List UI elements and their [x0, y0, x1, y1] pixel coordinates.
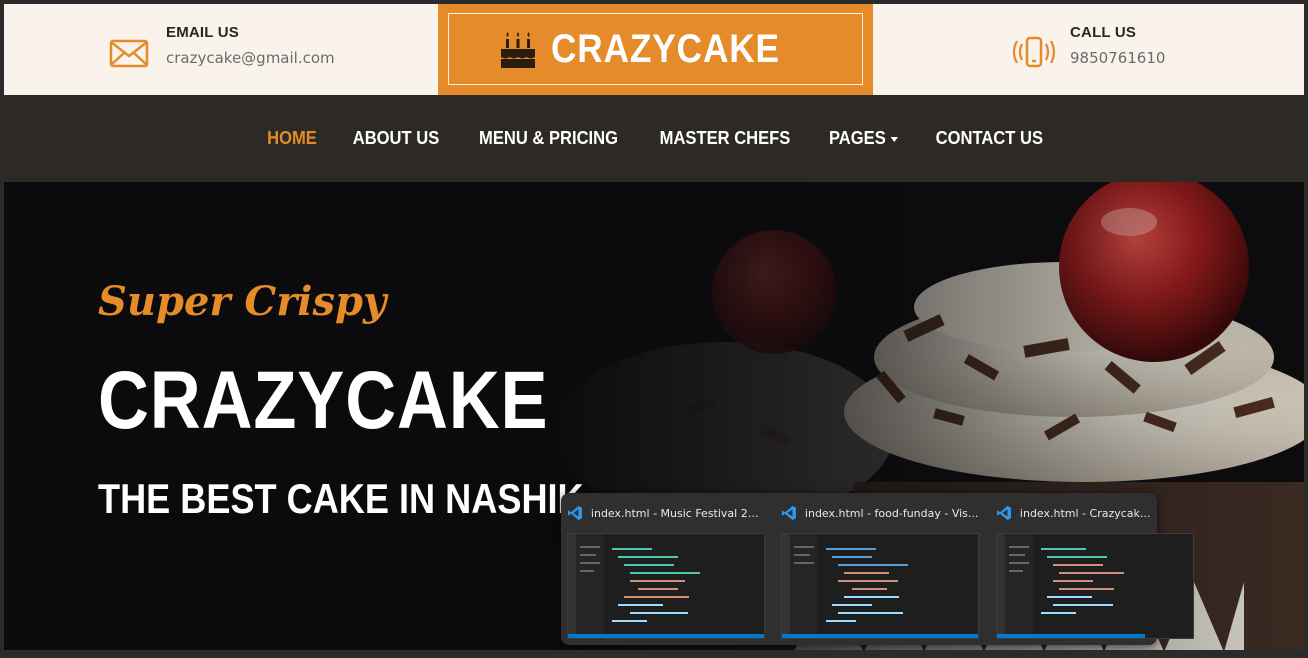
nav-about-us[interactable]: ABOUT US — [353, 128, 439, 149]
window-preview-crazycake[interactable]: index.html - Crazycak... — [990, 499, 1194, 639]
call-label: CALL US — [1070, 24, 1137, 41]
main-navigation: HOME ABOUT US MENU & PRICING MASTER CHEF… — [4, 95, 1304, 182]
nav-contact-us[interactable]: CONTACT US — [935, 128, 1042, 149]
window-preview-music-festival[interactable]: index.html - Music Festival 202... — [561, 499, 765, 639]
window-preview-food-funday[interactable]: index.html - food-funday - Vis... — [775, 499, 979, 639]
phone-vibrate-icon — [1012, 36, 1056, 68]
taskbar-window-previews: index.html - Music Festival 202... index… — [561, 493, 1194, 645]
window-preview-title: index.html - food-funday - Vis... — [775, 499, 979, 527]
nav-menu-pricing[interactable]: MENU & PRICING — [479, 128, 618, 149]
envelope-icon — [109, 39, 149, 68]
window-preview-label: index.html - Music Festival 202... — [590, 506, 765, 520]
email-value[interactable]: crazycake@gmail.com — [166, 49, 335, 67]
window-preview-title: index.html - Music Festival 202... — [561, 499, 765, 527]
brand-frame: CRAZYCAKE — [448, 13, 863, 85]
birthday-cake-icon — [501, 32, 536, 68]
email-label: EMAIL US — [166, 24, 239, 41]
vscode-icon — [996, 506, 1011, 520]
window-preview-label: index.html - food-funday - Vis... — [804, 506, 979, 520]
call-value[interactable]: 9850761610 — [1070, 49, 1165, 67]
browser-viewport: EMAIL US crazycake@gmail.com CRAZYCAKE C… — [4, 4, 1304, 650]
brand-logo[interactable]: CRAZYCAKE — [438, 4, 873, 95]
editor-thumbnail — [781, 533, 979, 639]
vscode-icon — [567, 506, 582, 520]
nav-pages-label: PAGES — [828, 128, 886, 148]
email-contact: EMAIL US crazycake@gmail.com — [108, 24, 335, 76]
top-header: EMAIL US crazycake@gmail.com CRAZYCAKE C… — [4, 4, 1304, 95]
hero-tagline: Super Crispy — [98, 278, 387, 325]
hero-title: CRAZYCAKE — [98, 355, 549, 446]
nav-home[interactable]: HOME — [267, 128, 317, 149]
caret-down-icon — [890, 136, 898, 142]
nav-master-chefs[interactable]: MASTER CHEFS — [659, 128, 790, 149]
nav-pages-dropdown[interactable]: PAGES — [829, 128, 898, 149]
hero-subtitle: THE BEST CAKE IN NASHIK — [98, 475, 584, 522]
window-preview-title: index.html - Crazycak... — [990, 499, 1194, 527]
window-preview-label: index.html - Crazycak... — [1019, 506, 1151, 520]
brand-name: CRAZYCAKE — [551, 26, 781, 71]
editor-thumbnail — [567, 533, 765, 639]
vscode-icon — [781, 506, 796, 520]
editor-thumbnail — [996, 533, 1194, 639]
call-contact: CALL US 9850761610 — [1012, 24, 1165, 76]
